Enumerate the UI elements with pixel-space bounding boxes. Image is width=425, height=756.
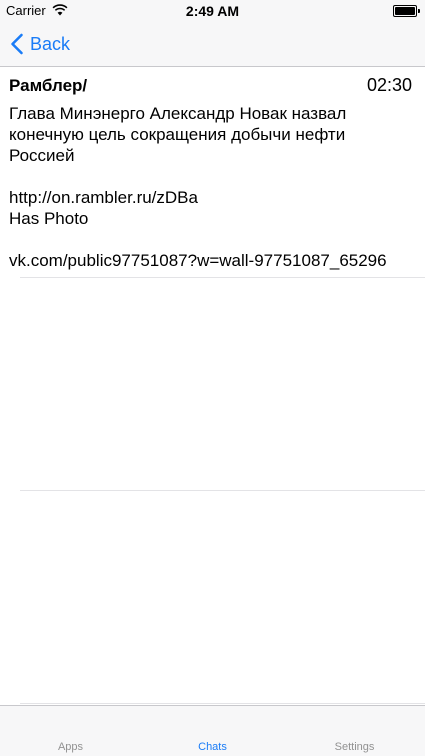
row-divider: [20, 277, 425, 278]
back-button[interactable]: Back: [10, 32, 70, 56]
navigation-bar: Back: [0, 22, 425, 67]
message-line: Глава Минэнерго Александр Новак назвал: [9, 104, 347, 123]
tab-chats[interactable]: Chats: [142, 706, 283, 754]
back-label: Back: [30, 33, 71, 54]
battery-icon: [393, 5, 420, 17]
message-time: 02:30: [366, 75, 412, 95]
tab-label: Chats: [198, 741, 227, 753]
message-line: Россией: [9, 146, 75, 165]
tab-apps[interactable]: Apps: [0, 706, 141, 754]
message-line: конечную цель сокращения добычи нефти: [9, 125, 346, 144]
message-link[interactable]: vk.com/public97751087?w=wall-97751087_65…: [9, 250, 414, 271]
row-divider: [20, 703, 425, 704]
tab-label: Apps: [57, 741, 84, 753]
message-body: Глава Минэнерго Александр Новак назвал к…: [9, 103, 414, 271]
row-divider: [20, 490, 425, 491]
message-item[interactable]: Рамблер/ 02:30 Глава Минэнерго Александр…: [0, 67, 425, 277]
message-sender: Рамблер/: [9, 76, 88, 95]
chevron-left-icon: [11, 33, 23, 55]
status-time: 2:49 AM: [185, 3, 240, 19]
message-link[interactable]: http://on.rambler.ru/zDBa: [9, 187, 414, 208]
tab-settings[interactable]: Settings: [284, 706, 425, 754]
status-bar: Carrier 2:49 AM: [0, 0, 425, 22]
message-line: Has Photo: [9, 209, 89, 228]
tab-bar: Apps Chats Settings: [0, 705, 425, 756]
tab-label: Settings: [334, 741, 375, 753]
